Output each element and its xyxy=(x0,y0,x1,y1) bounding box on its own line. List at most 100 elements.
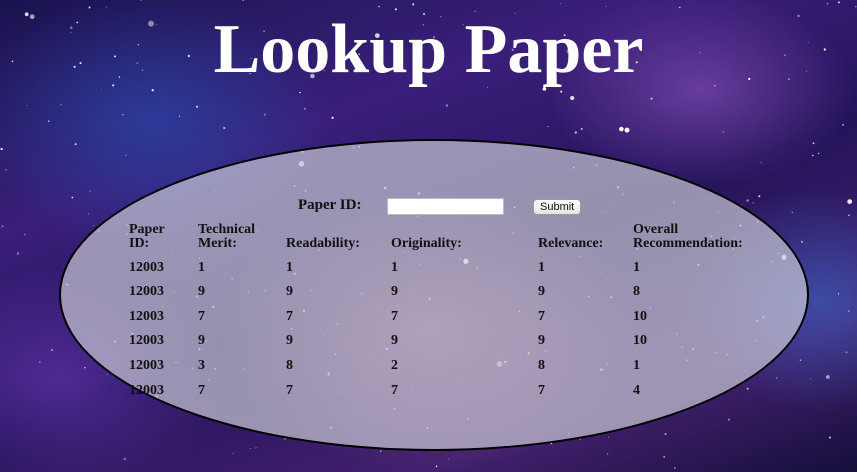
star xyxy=(445,104,448,107)
page-title: Lookup Paper xyxy=(213,11,644,88)
table-cell: 2 xyxy=(391,357,398,373)
table-cell: 12003 xyxy=(129,333,164,349)
star xyxy=(106,373,108,375)
star xyxy=(263,113,266,116)
table-cell: 12003 xyxy=(129,284,164,300)
star xyxy=(800,240,803,243)
star xyxy=(60,103,62,106)
star xyxy=(255,447,257,449)
table-cell: 7 xyxy=(198,382,205,398)
star xyxy=(93,225,94,227)
star xyxy=(722,131,725,133)
star xyxy=(746,199,749,202)
star xyxy=(842,123,844,126)
star xyxy=(412,3,415,6)
table-row: 12003 7 7 7 7 10 xyxy=(125,300,763,325)
column-header-text: Recommendation: xyxy=(633,236,743,251)
table-row: 12003 9 9 9 9 10 xyxy=(125,325,763,350)
table-cell: 9 xyxy=(538,284,545,300)
star xyxy=(89,190,91,192)
column-header-text: Technical xyxy=(198,222,256,237)
table-cell: 7 xyxy=(538,308,545,324)
table-cell: 7 xyxy=(391,308,398,324)
star xyxy=(619,126,624,132)
star xyxy=(16,252,20,255)
paper-id-input[interactable] xyxy=(387,198,504,215)
star xyxy=(47,120,50,122)
table-row: 12003 1 1 1 1 1 xyxy=(125,251,763,276)
star xyxy=(122,114,124,116)
star xyxy=(606,453,609,455)
column-header: Originality: xyxy=(391,219,538,251)
star xyxy=(608,436,610,438)
star xyxy=(570,95,575,101)
star xyxy=(847,199,853,205)
star xyxy=(847,310,850,312)
star xyxy=(380,450,382,452)
star xyxy=(848,214,850,217)
star xyxy=(845,351,848,354)
column-header: Paper ID: xyxy=(125,219,198,251)
table-cell: 7 xyxy=(286,308,293,324)
star xyxy=(106,6,107,8)
table-cell: 1 xyxy=(633,357,640,373)
column-header-text: Merit: xyxy=(198,236,237,251)
star xyxy=(727,418,730,421)
star xyxy=(196,105,199,108)
star xyxy=(378,5,380,8)
star xyxy=(580,127,583,130)
column-header-text: ID: xyxy=(129,236,150,251)
star xyxy=(140,0,142,1)
submit-button[interactable]: Submit xyxy=(533,199,582,215)
star xyxy=(574,131,577,134)
star xyxy=(223,126,226,130)
star xyxy=(435,465,438,468)
column-header: Technical Merit: xyxy=(198,219,286,251)
star xyxy=(624,127,630,133)
star xyxy=(0,147,3,151)
star xyxy=(26,104,28,106)
star xyxy=(39,361,41,363)
table-cell: 9 xyxy=(198,333,205,349)
star xyxy=(791,211,794,214)
column-header: Relevance: xyxy=(538,219,633,251)
table-cell: 1 xyxy=(633,259,640,275)
column-header: Readability: xyxy=(286,219,391,251)
table-cell: 7 xyxy=(391,382,398,398)
table-cell: 9 xyxy=(198,284,205,300)
table-cell: 1 xyxy=(538,259,545,275)
star xyxy=(741,203,743,205)
star xyxy=(5,169,7,171)
table-cell: 9 xyxy=(286,333,293,349)
star xyxy=(679,6,681,9)
star xyxy=(125,154,127,156)
table-cell: 8 xyxy=(286,357,293,373)
star xyxy=(303,107,306,110)
star xyxy=(775,377,778,379)
star xyxy=(758,195,761,198)
star xyxy=(232,452,234,454)
star xyxy=(331,116,334,119)
table-cell: 9 xyxy=(391,284,398,300)
star xyxy=(650,97,653,100)
star xyxy=(760,162,762,164)
star xyxy=(447,458,449,460)
star xyxy=(812,154,814,157)
star xyxy=(88,6,91,9)
star xyxy=(249,448,251,449)
column-header-text: Originality: xyxy=(391,236,462,251)
table-header-row: Paper ID: Technical Merit: Readability: Origi… xyxy=(125,219,763,251)
table-cell: 7 xyxy=(538,382,545,398)
star xyxy=(799,359,802,362)
column-header-text: Readability: xyxy=(286,236,360,251)
star xyxy=(74,143,77,146)
paper-id-label: Paper ID: xyxy=(298,197,362,213)
star xyxy=(663,456,665,458)
star xyxy=(560,90,563,93)
table-cell: 1 xyxy=(286,259,293,275)
table-cell: 4 xyxy=(633,382,640,398)
star xyxy=(605,5,607,7)
table-cell: 12003 xyxy=(129,382,164,398)
star xyxy=(51,349,53,351)
star xyxy=(1,225,4,228)
